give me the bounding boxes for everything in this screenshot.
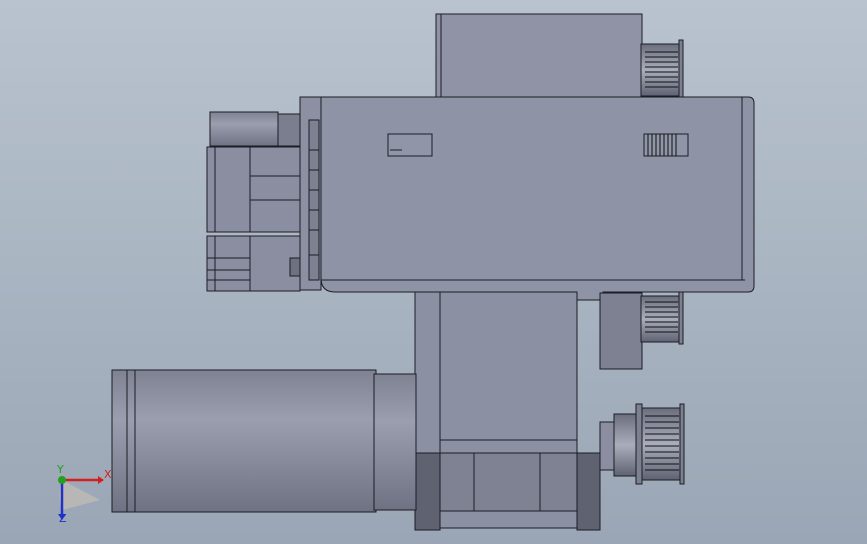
triad-x-label: X	[104, 468, 112, 481]
left-connector-assembly	[206, 96, 322, 292]
top-motor	[435, 13, 643, 99]
cad-model-view[interactable]	[0, 0, 867, 544]
triad-y-label: Y	[57, 463, 64, 476]
middle-motor	[599, 292, 643, 370]
triad-z-label: Z	[59, 512, 67, 525]
middle-timing-pulley	[640, 291, 684, 345]
horizontal-motor-cylinder	[111, 369, 417, 513]
top-timing-pulley	[640, 39, 684, 101]
graphics-viewport[interactable]: X Y Z	[0, 0, 867, 544]
bottom-block-left	[414, 452, 441, 531]
slot-vent	[643, 133, 689, 157]
bottom-block-right	[576, 452, 601, 531]
